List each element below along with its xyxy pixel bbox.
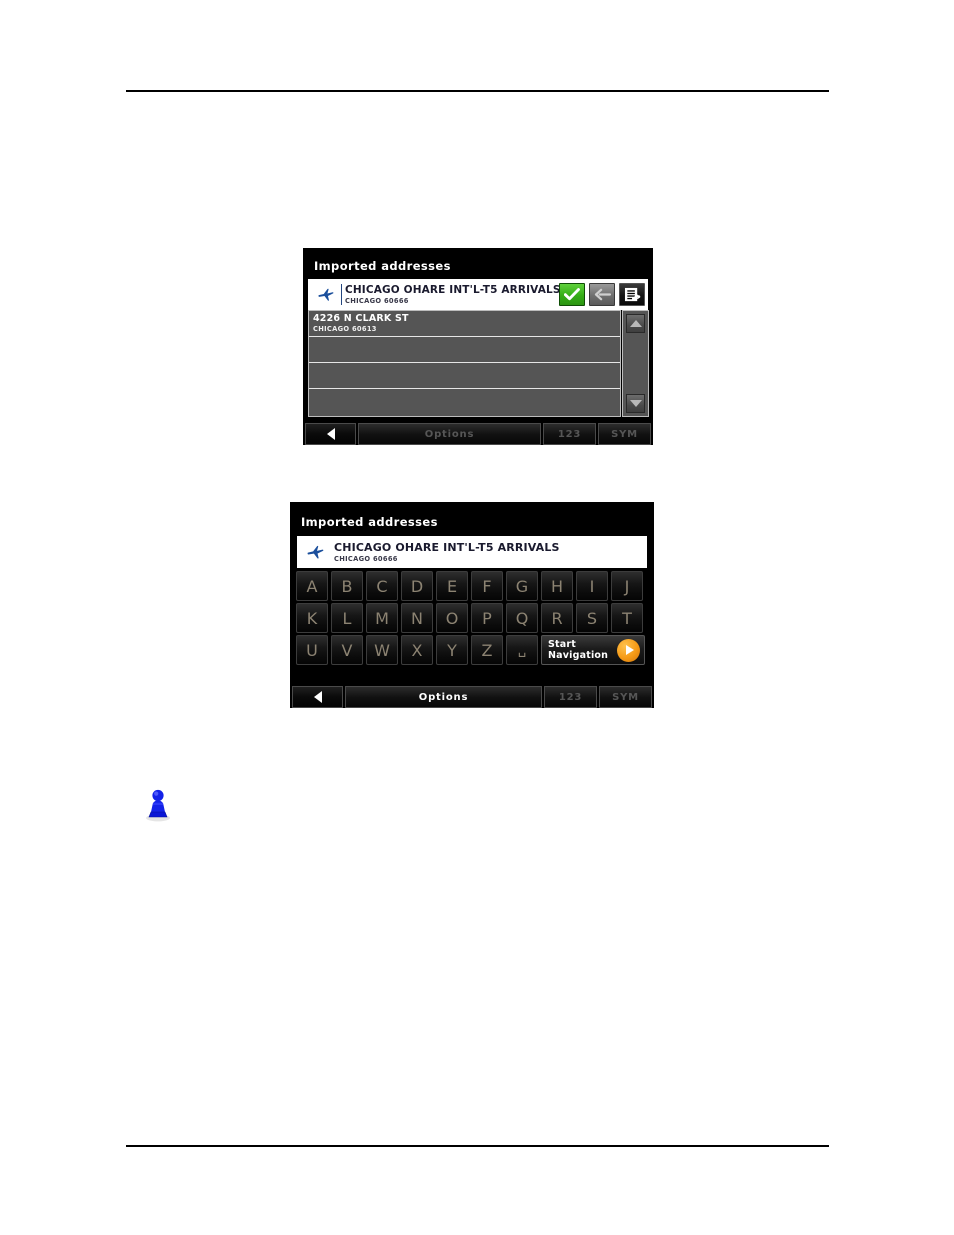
key-a[interactable]: A [296, 571, 328, 601]
arrow-left-icon [594, 288, 611, 301]
toolbar-numeric-button[interactable]: 123 [544, 686, 597, 708]
key-z[interactable]: Z [471, 635, 503, 665]
key-p[interactable]: P [471, 603, 503, 633]
selected-address-entry-bar[interactable]: CHICAGO OHARE INT'L-T5 ARRIVALS CHICAGO … [297, 536, 647, 568]
toolbar-numeric-button[interactable]: 123 [543, 423, 596, 445]
checkmark-icon [564, 288, 580, 301]
selected-address-entry-bar[interactable]: CHICAGO OHARE INT'L-T5 ARRIVALS CHICAGO … [308, 279, 648, 310]
address-list[interactable]: 4226 N CLARK ST CHICAGO 60613 [308, 310, 621, 417]
keyboard-row-2: K L M N O P Q R S T [296, 603, 649, 633]
entry-text-block: CHICAGO OHARE INT'L-T5 ARRIVALS CHICAGO … [341, 284, 559, 305]
list-item[interactable]: 4226 N CLARK ST CHICAGO 60613 [309, 311, 620, 337]
key-f[interactable]: F [471, 571, 503, 601]
toolbar-options-button[interactable]: Options [345, 686, 542, 708]
start-navigation-label: Start Navigation [548, 639, 608, 661]
key-b[interactable]: B [331, 571, 363, 601]
airplane-icon [302, 545, 328, 560]
header-rule [126, 90, 829, 92]
scroll-up-button[interactable] [626, 314, 645, 333]
key-n[interactable]: N [401, 603, 433, 633]
toolbar-back-button[interactable] [292, 686, 343, 708]
back-button[interactable] [589, 283, 615, 306]
triangle-left-icon [326, 428, 335, 440]
panel-two-title: Imported addresses [301, 515, 438, 529]
toolbar-symbol-button[interactable]: SYM [599, 686, 652, 708]
triangle-left-icon [313, 691, 322, 703]
on-screen-keyboard: A B C D E F G H I J K L M N O P Q R S T … [296, 571, 649, 667]
toolbar-options-button[interactable]: Options [358, 423, 541, 445]
key-q[interactable]: Q [506, 603, 538, 633]
list-item-subtitle: CHICAGO 60613 [313, 325, 377, 333]
key-o[interactable]: O [436, 603, 468, 633]
keyboard-row-3: U V W X Y Z ␣ Start Navigation [296, 635, 649, 665]
info-pawn-icon [138, 787, 178, 823]
start-navigation-button[interactable]: Start Navigation [541, 635, 645, 665]
list-export-icon [624, 287, 641, 301]
entry-text-block: CHICAGO OHARE INT'L-T5 ARRIVALS CHICAGO … [328, 541, 647, 563]
list-item-title: 4226 N CLARK ST [313, 313, 409, 324]
list-scrollbar[interactable] [622, 310, 649, 417]
key-d[interactable]: D [401, 571, 433, 601]
key-j[interactable]: J [611, 571, 643, 601]
triangle-right-icon [625, 645, 634, 655]
entry-name: CHICAGO OHARE INT'L-T5 ARRIVALS [334, 541, 560, 554]
key-x[interactable]: X [401, 635, 433, 665]
key-w[interactable]: W [366, 635, 398, 665]
entry-name: CHICAGO OHARE INT'L-T5 ARRIVALS [345, 284, 559, 296]
key-g[interactable]: G [506, 571, 538, 601]
key-l[interactable]: L [331, 603, 363, 633]
key-s[interactable]: S [576, 603, 608, 633]
toolbar-symbol-button[interactable]: SYM [598, 423, 651, 445]
key-y[interactable]: Y [436, 635, 468, 665]
scroll-down-button[interactable] [626, 394, 645, 413]
device-screenshot-two: Imported addresses CHICAGO OHARE INT'L-T… [290, 502, 654, 708]
key-k[interactable]: K [296, 603, 328, 633]
arrow-right-circle-icon [617, 638, 640, 662]
key-v[interactable]: V [331, 635, 363, 665]
triangle-down-icon [629, 400, 642, 407]
entry-subtitle: CHICAGO 60666 [345, 297, 409, 305]
list-item[interactable] [309, 389, 620, 415]
key-t[interactable]: T [611, 603, 643, 633]
key-i[interactable]: I [576, 571, 608, 601]
triangle-up-icon [629, 320, 642, 327]
list-button[interactable] [619, 283, 645, 306]
start-navigation-line1: Start [548, 639, 577, 650]
key-e[interactable]: E [436, 571, 468, 601]
key-m[interactable]: M [366, 603, 398, 633]
entry-subtitle: CHICAGO 60666 [334, 555, 398, 563]
footer-rule [126, 1145, 829, 1147]
device-screenshot-one: Imported addresses CHICAGO OHARE INT'L-T… [303, 248, 653, 445]
panel-one-title: Imported addresses [314, 259, 451, 273]
list-item[interactable] [309, 337, 620, 363]
start-navigation-line2: Navigation [548, 650, 609, 661]
key-h[interactable]: H [541, 571, 573, 601]
list-item[interactable] [309, 363, 620, 389]
key-u[interactable]: U [296, 635, 328, 665]
panel-two-toolbar: Options 123 SYM [290, 686, 654, 708]
key-r[interactable]: R [541, 603, 573, 633]
toolbar-back-button[interactable] [305, 423, 356, 445]
confirm-button[interactable] [559, 283, 585, 306]
key-c[interactable]: C [366, 571, 398, 601]
key-space[interactable]: ␣ [506, 635, 538, 665]
keyboard-row-1: A B C D E F G H I J [296, 571, 649, 601]
panel-one-toolbar: Options 123 SYM [303, 423, 653, 445]
airplane-icon [313, 288, 339, 302]
